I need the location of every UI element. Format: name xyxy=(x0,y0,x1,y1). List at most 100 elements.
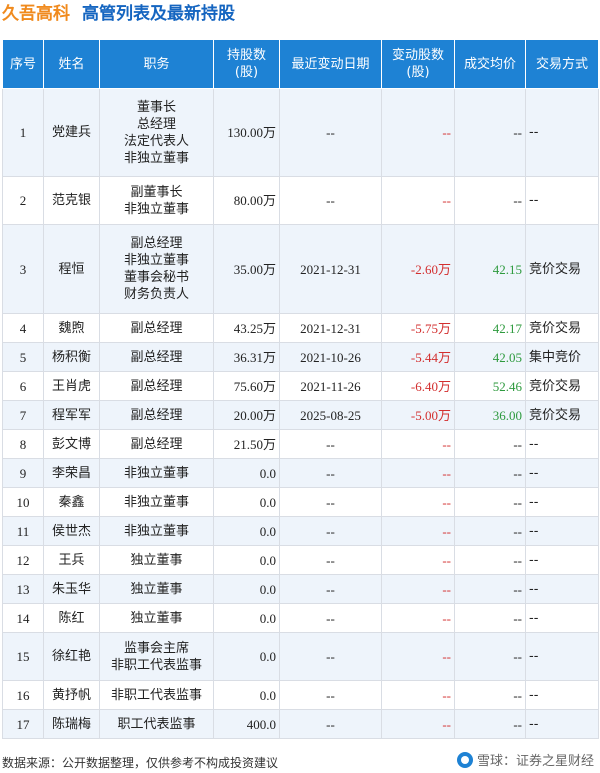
cell-change: -- xyxy=(381,709,455,739)
cell-shares: 80.00万 xyxy=(213,176,280,225)
cell-method: -- xyxy=(525,88,599,177)
cell-method: 竞价交易 xyxy=(525,224,599,314)
cell-shares: 20.00万 xyxy=(213,400,280,430)
cell-roles: 非独立董事 xyxy=(99,487,214,517)
cell-price: -- xyxy=(454,574,526,604)
cell-price: -- xyxy=(454,88,526,177)
role-line: 董事会秘书 xyxy=(123,270,189,285)
table-row: 4 魏煦 副总经理 43.25万 2021-12-31 -5.75万 42.17 竞价交易 xyxy=(2,313,599,343)
cell-price: 42.05 xyxy=(454,342,526,372)
role-line: 非职工代表监事 xyxy=(110,687,202,703)
cell-date: 2021-11-26 xyxy=(279,371,382,401)
cell-no: 17 xyxy=(2,709,44,739)
cell-roles: 独立董事 xyxy=(99,545,214,575)
table-row: 7 程军军 副总经理 20.00万 2025-08-25 -5.00万 36.00 竞价交易 xyxy=(2,400,599,430)
cell-name: 魏煦 xyxy=(43,313,100,343)
cell-roles: 非独立董事 xyxy=(99,458,214,488)
cell-price: -- xyxy=(454,176,526,225)
cell-roles: 非职工代表监事 xyxy=(99,680,214,710)
cell-shares: 0.0 xyxy=(213,516,280,546)
cell-change: -- xyxy=(381,680,455,710)
brand-label: 雪球：证券之星财经 xyxy=(476,754,594,769)
cell-roles: 副总经理 xyxy=(99,400,214,430)
cell-name: 李荣昌 xyxy=(43,458,100,488)
cell-roles: 非独立董事 xyxy=(99,516,214,546)
cell-no: 16 xyxy=(2,680,44,710)
header-date: 最近变动日期 xyxy=(279,39,382,89)
table-row: 2 范克银 副董事长 非独立董事 80.00万 -- -- -- -- xyxy=(2,176,599,225)
role-line: 监事会主席 xyxy=(123,640,189,656)
cell-name: 彭文博 xyxy=(43,429,100,459)
cell-roles: 副总经理 非独立董事 董事会秘书 财务负责人 xyxy=(99,224,214,314)
cell-shares: 0.0 xyxy=(213,632,280,681)
cell-date: -- xyxy=(279,516,382,546)
table-row: 13 朱玉华 独立董事 0.0 -- -- -- -- xyxy=(2,574,599,604)
cell-name: 王肖虎 xyxy=(43,371,100,401)
cell-roles: 副总经理 xyxy=(99,371,214,401)
cell-name: 陈红 xyxy=(43,603,100,633)
cell-shares: 75.60万 xyxy=(213,371,280,401)
cell-date: -- xyxy=(279,545,382,575)
role-line: 财务负责人 xyxy=(123,287,189,302)
header-method: 交易方式 xyxy=(525,39,599,89)
cell-no: 2 xyxy=(2,176,44,225)
header-role: 职务 xyxy=(99,39,214,89)
cell-method: -- xyxy=(525,603,599,633)
executives-table: 序号 姓名 职务 持股数 (股) 最近变动日期 变动股数 (股) 成交均价 交易方式 1 党建兵 董事… xyxy=(2,39,599,739)
cell-no: 9 xyxy=(2,458,44,488)
cell-date: -- xyxy=(279,680,382,710)
header-change: 变动股数 (股) xyxy=(381,39,455,89)
cell-name: 侯世杰 xyxy=(43,516,100,546)
cell-change: -- xyxy=(381,516,455,546)
cell-no: 6 xyxy=(2,371,44,401)
cell-date: 2021-12-31 xyxy=(279,313,382,343)
cell-name: 杨积衡 xyxy=(43,342,100,372)
cell-change: -- xyxy=(381,545,455,575)
cell-shares: 400.0 xyxy=(213,709,280,739)
cell-method: -- xyxy=(525,176,599,225)
cell-date: -- xyxy=(279,88,382,177)
cell-shares: 36.31万 xyxy=(213,342,280,372)
table-row: 11 侯世杰 非独立董事 0.0 -- -- -- -- xyxy=(2,516,599,546)
role-line: 副总经理 xyxy=(130,349,183,365)
role-line: 副总经理 xyxy=(130,320,183,336)
table-row: 16 黄抒帆 非职工代表监事 0.0 -- -- -- -- xyxy=(2,680,599,710)
cell-roles: 董事长 总经理 法定代表人 非独立董事 xyxy=(99,88,214,177)
table-header-row: 序号 姓名 职务 持股数 (股) 最近变动日期 变动股数 (股) 成交均价 交易方式 xyxy=(2,39,599,89)
role-line: 非独立董事 xyxy=(123,150,189,166)
cell-method: -- xyxy=(525,429,599,459)
cell-name: 党建兵 xyxy=(43,88,100,177)
role-line: 副总经理 xyxy=(130,436,183,452)
cell-no: 12 xyxy=(2,545,44,575)
cell-method: -- xyxy=(525,516,599,546)
table-row: 8 彭文博 副总经理 21.50万 -- -- -- -- xyxy=(2,429,599,459)
cell-roles: 监事会主席 非职工代表监事 xyxy=(99,632,214,681)
cell-price: -- xyxy=(454,680,526,710)
cell-shares: 130.00万 xyxy=(213,88,280,177)
cell-method: -- xyxy=(525,574,599,604)
cell-name: 秦鑫 xyxy=(43,487,100,517)
cell-date: 2021-12-31 xyxy=(279,224,382,314)
table-row: 9 李荣昌 非独立董事 0.0 -- -- -- -- xyxy=(2,458,599,488)
role-line: 独立董事 xyxy=(130,552,183,568)
cell-date: 2021-10-26 xyxy=(279,342,382,372)
cell-change: -2.60万 xyxy=(381,224,455,314)
cell-name: 黄抒帆 xyxy=(43,680,100,710)
cell-no: 14 xyxy=(2,603,44,633)
role-line: 副总经理 xyxy=(130,378,183,394)
cell-shares: 0.0 xyxy=(213,545,280,575)
table-row: 5 杨积衡 副总经理 36.31万 2021-10-26 -5.44万 42.05 集中竞价 xyxy=(2,342,599,372)
header-name: 姓名 xyxy=(43,39,100,89)
cell-name: 徐红艳 xyxy=(43,632,100,681)
cell-change: -- xyxy=(381,458,455,488)
cell-no: 3 xyxy=(2,224,44,314)
page-subtitle: 高管列表及最新持股 xyxy=(82,4,235,24)
cell-date: -- xyxy=(279,429,382,459)
cell-price: -- xyxy=(454,603,526,633)
cell-roles: 副总经理 xyxy=(99,313,214,343)
header-price: 成交均价 xyxy=(454,39,526,89)
brand-watermark: 雪球：证券之星财经 xyxy=(456,750,594,769)
cell-name: 陈瑞梅 xyxy=(43,709,100,739)
role-line: 非独立董事 xyxy=(123,201,189,217)
role-line: 非独立董事 xyxy=(123,494,189,510)
